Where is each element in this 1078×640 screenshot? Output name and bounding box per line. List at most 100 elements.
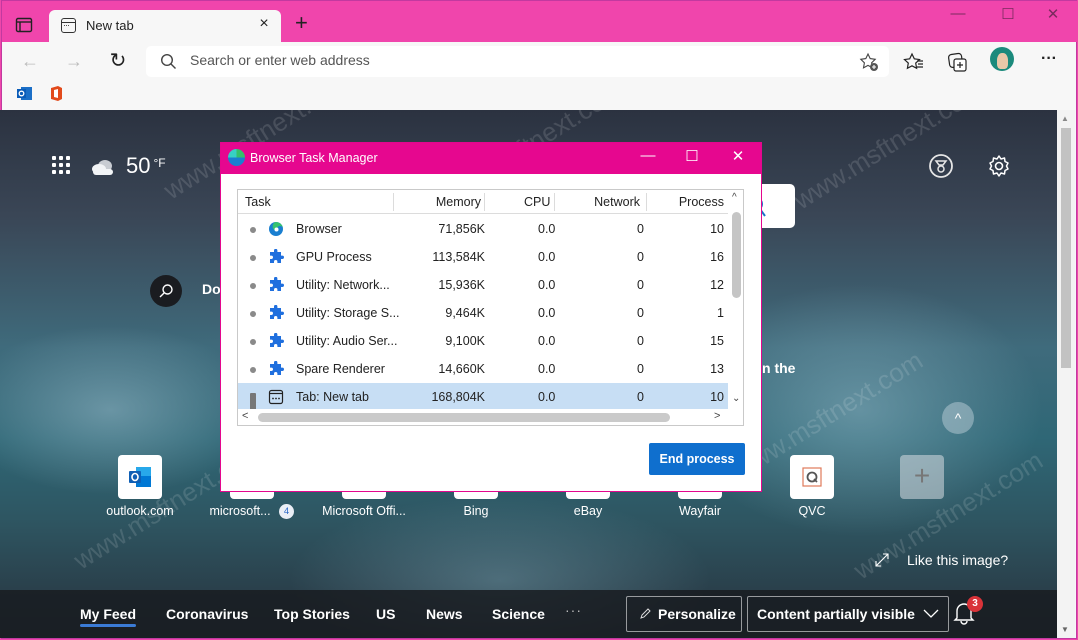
quick-link-outlook[interactable]	[118, 455, 162, 499]
cpu-value: 0.0	[538, 390, 556, 404]
add-quick-link-button[interactable]: +	[900, 455, 944, 499]
process-id-value: 1	[717, 306, 724, 320]
content-visibility-dropdown[interactable]: Content partially visible	[747, 596, 949, 632]
tab-actions-icon[interactable]	[15, 16, 33, 34]
feed-tab-us[interactable]: US	[376, 606, 395, 622]
process-id-value: 16	[710, 250, 724, 264]
chevron-down-icon[interactable]: ⌄	[732, 393, 740, 404]
forward-button[interactable]: →	[62, 49, 86, 73]
end-process-button[interactable]: End process	[649, 443, 745, 475]
favorites-icon[interactable]	[902, 50, 926, 74]
close-window-button[interactable]: ✕	[1030, 5, 1076, 23]
process-list-header: Task Memory CPU Network Process	[238, 190, 728, 214]
process-row[interactable]: Tab: New tab 168,804K 0.0 0 10	[238, 383, 728, 411]
search-button[interactable]	[150, 275, 182, 307]
horizontal-scrollbar-thumb[interactable]	[258, 413, 670, 422]
scroll-down-arrow-icon[interactable]: ▼	[1061, 625, 1069, 634]
feed-more-button[interactable]: ···	[565, 602, 582, 618]
collections-icon[interactable]	[946, 50, 970, 74]
tm-maximize-button[interactable]: ☐	[669, 147, 715, 165]
feed-tab-news[interactable]: News	[426, 606, 463, 622]
personalize-button[interactable]: Personalize	[626, 596, 742, 632]
puzzle-piece-icon	[268, 332, 284, 349]
network-value: 0	[637, 278, 644, 292]
row-indicator	[250, 367, 256, 373]
task-name: Utility: Audio Ser...	[296, 334, 398, 348]
process-row[interactable]: Spare Renderer 14,660K 0.0 0 13	[238, 355, 728, 383]
memory-value: 9,100K	[445, 334, 485, 348]
page-scrollbar[interactable]: ▲ ▼	[1057, 110, 1075, 638]
feed-tab-my-feed[interactable]: My Feed	[80, 606, 137, 627]
network-value: 0	[637, 306, 644, 320]
like-image-link[interactable]: Like this image?	[907, 552, 1008, 568]
quick-link-qvc[interactable]	[790, 455, 834, 499]
task-manager-dialog: Browser Task Manager — ☐ ✕ Task Memory C…	[220, 142, 762, 492]
rewards-icon[interactable]	[928, 153, 954, 179]
quick-link-label[interactable]: Microsoft Offi...	[309, 504, 419, 518]
back-button[interactable]: ←	[18, 49, 42, 73]
chevron-up-icon[interactable]: ^	[732, 192, 737, 203]
task-manager-title: Browser Task Manager	[250, 151, 378, 165]
expand-icon[interactable]	[874, 552, 890, 568]
feed-tab-coronavirus[interactable]: Coronavirus	[166, 606, 248, 622]
network-value: 0	[637, 222, 644, 236]
task-name: Tab: New tab	[296, 390, 369, 404]
puzzle-piece-icon	[268, 248, 284, 265]
favorite-office-icon[interactable]	[48, 85, 65, 102]
process-id-value: 13	[710, 362, 724, 376]
vertical-scrollbar-thumb[interactable]	[732, 212, 741, 298]
process-list-horizontal-scrollbar[interactable]: < >	[238, 409, 728, 425]
process-list-vertical-scrollbar[interactable]: ^ ⌄	[728, 190, 743, 410]
chevron-right-icon[interactable]: >	[714, 410, 720, 422]
maximize-button[interactable]: ☐	[985, 5, 1031, 23]
add-favorite-icon[interactable]	[859, 52, 879, 72]
feed-tab-top-stories[interactable]: Top Stories	[274, 606, 350, 622]
apps-launcher-icon[interactable]	[52, 156, 70, 174]
process-row[interactable]: Utility: Audio Ser... 9,100K 0.0 0 15	[238, 327, 728, 355]
content-visibility-label: Content partially visible	[757, 606, 915, 622]
new-tab-favicon-icon	[61, 18, 76, 33]
chevron-left-icon[interactable]: <	[242, 410, 248, 422]
process-id-value: 10	[710, 222, 724, 236]
scroll-up-button[interactable]: ^	[942, 402, 974, 434]
tab-new-tab[interactable]: New tab ×	[49, 10, 281, 42]
quick-link-label[interactable]: Bing	[421, 504, 531, 518]
column-header-task[interactable]: Task	[245, 195, 271, 209]
column-header-network[interactable]: Network	[594, 195, 640, 209]
memory-value: 113,584K	[432, 250, 485, 264]
task-name: Browser	[296, 222, 342, 236]
task-manager-titlebar[interactable]: Browser Task Manager — ☐ ✕	[221, 143, 761, 174]
column-header-process[interactable]: Process	[679, 195, 724, 209]
more-options-button[interactable]: ···	[1037, 50, 1061, 74]
scroll-up-arrow-icon[interactable]: ▲	[1061, 114, 1069, 123]
process-row[interactable]: GPU Process 113,584K 0.0 0 16	[238, 243, 728, 271]
column-header-cpu[interactable]: CPU	[524, 195, 550, 209]
weather-widget[interactable]: 50 °F	[90, 150, 166, 182]
cpu-value: 0.0	[538, 362, 556, 376]
feed-tab-science[interactable]: Science	[492, 606, 545, 622]
watermark: www.msftnext.com	[788, 110, 988, 216]
quick-link-label[interactable]: eBay	[533, 504, 643, 518]
tab-close-button[interactable]: ×	[255, 15, 273, 33]
quick-link-label[interactable]: QVC	[757, 504, 867, 518]
process-row[interactable]: Utility: Storage S... 9,464K 0.0 0 1	[238, 299, 728, 327]
memory-value: 9,464K	[445, 306, 485, 320]
address-bar[interactable]	[146, 46, 889, 77]
new-tab-button[interactable]: +	[295, 10, 308, 36]
favorite-outlook-icon[interactable]	[16, 85, 33, 102]
row-indicator	[250, 311, 256, 317]
settings-gear-icon[interactable]	[986, 153, 1012, 179]
quick-link-label[interactable]: Wayfair	[645, 504, 755, 518]
page-scrollbar-thumb[interactable]	[1061, 128, 1071, 368]
address-input[interactable]	[190, 52, 790, 68]
refresh-button[interactable]: ↻	[106, 49, 130, 73]
column-header-memory[interactable]: Memory	[436, 195, 481, 209]
tm-close-button[interactable]: ✕	[715, 147, 761, 165]
profile-avatar[interactable]	[990, 47, 1014, 71]
process-row[interactable]: Utility: Network... 15,936K 0.0 0 12	[238, 271, 728, 299]
quick-link-label[interactable]: outlook.com	[85, 504, 195, 518]
tm-minimize-button[interactable]: —	[625, 147, 671, 164]
minimize-button[interactable]: —	[935, 5, 981, 22]
process-row[interactable]: Browser 71,856K 0.0 0 10	[238, 215, 728, 243]
network-value: 0	[637, 334, 644, 348]
